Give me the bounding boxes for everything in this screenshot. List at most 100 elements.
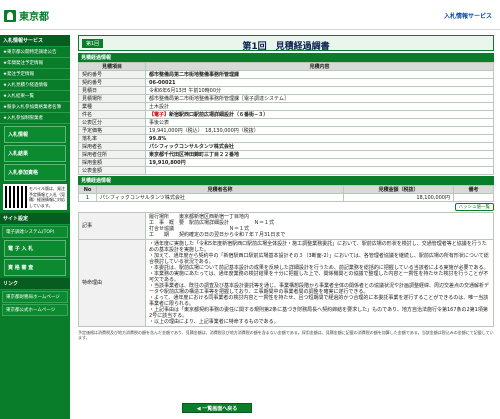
table-row: 件名 【電子】新宿駅西口駅前広場詳細設計（６番街−３）	[78, 110, 494, 119]
reason-line: ・以上の理由により、上記事業者に特命するものである。	[149, 319, 279, 325]
info-table: 見積項目 見積内容 契約番号 都市整備局第二市街地整備事務所管理課 契約番号 06-0…	[78, 62, 494, 175]
sidebar-item[interactable]: ★入札参加制限業者	[0, 113, 70, 124]
row-value: 土木設計	[145, 102, 494, 111]
table-row: 予定価格 19,941,000円（税込） 18,130,000円（税抜）	[78, 126, 494, 135]
sidebar-item[interactable]: ★入札結果一覧	[0, 91, 70, 102]
notes-table: 記事 履行場所 東京都新宿区西新宿一丁目地内 工 事 概 要 駅前広場詳細設計 …	[78, 212, 494, 327]
sidebar-button-qualification[interactable]: 入札参加資格	[4, 164, 66, 181]
table-row: 採用者名 パシフィックコンサルタンツ株式会社	[78, 142, 494, 151]
footer-note: 予定価格は消費税及び地方消費税の額を含んだ金額であり、見積金額は、消費税及び地方…	[78, 330, 494, 340]
row-value: 東京都千代田区神田錦町三丁目２２番地	[145, 150, 494, 159]
row-value: パシフィックコンサルタンツ株式会社	[145, 142, 494, 151]
tokyo-emblem-icon	[4, 9, 16, 22]
hash-list-button[interactable]: ハッシュ値一覧	[454, 203, 494, 211]
col-header-no: No	[78, 185, 97, 194]
row-key: 採用者名	[78, 142, 146, 151]
col-header-content: 見積内容	[145, 62, 494, 71]
table-row: 見積日 令和6年6月13日 午前10時00分	[78, 86, 494, 95]
col-header-note: 備考	[453, 185, 494, 194]
row-key: 予定価格	[78, 126, 146, 135]
sidebar-link-finance[interactable]: 東京都財務局ホームページ	[2, 291, 68, 303]
sidebar-section-settings: サイト設定	[0, 213, 70, 225]
table-row: 契約番号 06-00021	[78, 78, 494, 87]
cell-amount: 18,100,000円	[343, 193, 454, 202]
table-row: 公表金額	[78, 166, 494, 175]
reason-value: ・通年度に実施した「令和5年度新宿駅西口駅前広場全体設計・施工調整業務委託」にお…	[145, 239, 494, 327]
table-row: 見積場所 都市整備局第二市街地整備事務所管理課［電子調達システム］	[78, 94, 494, 103]
row-key: 採用者住所	[78, 150, 146, 159]
mobile-note-text: モバイル版は、発注予定情報と入札（見積）経過情報に対応しています。	[29, 186, 65, 208]
mobile-note: モバイル版は、発注予定情報と入札（見積）経過情報に対応しています。	[3, 184, 67, 210]
sidebar-button-bid-result[interactable]: 入札結果	[4, 145, 66, 162]
section-header-info: 見積経過情報	[78, 53, 494, 62]
reason-line: ・上記事由は「東京都契約事務の委任に関する規則第2条に基づき財務局長へ契約締結を…	[149, 307, 488, 319]
notes-line: 工 期 契約確定の日の翌日から令和７年７月31日まで	[149, 232, 286, 238]
notes-key: 記事	[78, 212, 146, 240]
table-row: 公表区分 事後公表	[78, 118, 494, 127]
result-table: No 見積者名称 見積金額（税抜） 備考 1 パシフィックコンサルタンツ株式会社…	[78, 185, 494, 202]
row-key: 公表区分	[78, 118, 146, 127]
electronic-tag: 【電子】	[149, 112, 170, 118]
row-value: 都市整備局第二市街地整備事務所管理課［電子調達システム］	[145, 94, 494, 103]
subject-text: 新宿駅西口駅前広場詳細設計（６番街−３）	[169, 112, 269, 118]
table-row: 1 パシフィックコンサルタンツ株式会社 18,100,000円	[78, 193, 494, 202]
sidebar-section-links: リンク	[0, 278, 70, 290]
row-value: 06-00021	[145, 78, 494, 87]
table-row: 採用金額 19,910,800円	[78, 158, 494, 167]
sidebar-link-ebid[interactable]: 電 子 入 札	[4, 240, 66, 257]
sidebar-link-qual[interactable]: 資 格 審 査	[4, 259, 66, 276]
table-row: 採用者住所 東京都千代田区神田錦町三丁目２２番地	[78, 150, 494, 159]
reason-line: ・加えて、通年度から契約中の「新宿駅西口駅前広場基本設計その３（3断面-2）」に…	[149, 253, 489, 265]
main-content: 第1回 第1回 見積経過調書 見積経過情報 見積項目 見積内容 契約番号 都市整備局…	[78, 35, 494, 419]
reason-key: 特命理由	[78, 239, 146, 327]
table-row: 業種 土木設計	[78, 102, 494, 111]
cell-note	[453, 193, 494, 202]
page-title: 第1回 見積経過調書	[242, 42, 330, 52]
page-header: 第1回 第1回 見積経過調書	[78, 35, 494, 52]
row-key: 件名	[78, 110, 146, 119]
tokyo-logo[interactable]: 東京都	[4, 8, 49, 23]
row-value: 令和6年6月13日 午前10時00分	[145, 86, 494, 95]
row-value: 19,941,000円（税込） 18,130,000円（税抜）	[145, 126, 494, 135]
col-header-amount: 見積金額（税抜）	[343, 185, 454, 194]
sidebar-item[interactable]: ★東京都公開特定調達公告	[0, 47, 70, 58]
row-value: 【電子】新宿駅西口駅前広場詳細設計（６番街−３）	[145, 110, 494, 119]
sidebar-item[interactable]: ★発注予定情報	[0, 69, 70, 80]
notes-value: 履行場所 東京都新宿区西新宿一丁目地内 工 事 概 要 駅前広場詳細設計 Ｎ＝１…	[145, 212, 494, 240]
row-value	[145, 166, 494, 175]
sidebar-link-system[interactable]: 電子調達システム(TOP)	[2, 226, 68, 238]
row-key: 業種	[78, 102, 146, 111]
section-header-result: 見積経過情報	[78, 176, 494, 185]
logo-text: 東京都	[19, 12, 49, 23]
qr-code-icon	[5, 186, 27, 208]
sidebar-item[interactable]: ★競争入札参加資格業者名簿	[0, 102, 70, 113]
reason-line: ・本業務の実施にあたっては、通年度業務の検討結果を十分に把握した上で、関係機関と…	[149, 271, 489, 283]
col-header-name: 見積者名称	[96, 185, 344, 194]
sidebar-item[interactable]: ★年間発注予定情報	[0, 58, 70, 69]
row-value: 19,910,800円	[145, 158, 494, 167]
reason-line: ・当該事業者は、既往の調査及び基本設計委託等を通じ、事業構想段階から事業者全体の…	[149, 283, 489, 295]
row-key: 公表金額	[78, 166, 146, 175]
row-value: 都市整備局第二市街地整備事務所管理課	[145, 70, 494, 79]
row-key: 落札率	[78, 134, 146, 143]
sidebar-link-tokyo[interactable]: 東京都公式ホームページ	[2, 304, 68, 316]
sidebar-item[interactable]: ★入札見積り経過情報	[0, 80, 70, 91]
sidebar-title: 入札情報サービス	[0, 35, 70, 47]
row-key: 契約番号	[78, 78, 146, 87]
back-to-list-button[interactable]: ◀ 一覧画面へ戻る	[182, 403, 252, 413]
row-key: 契約番号	[78, 70, 146, 79]
reason-line: ・通年度に実施した「令和5年度新宿駅西口駅前広場全体設計・施工調整業務委託」にお…	[149, 241, 487, 253]
row-key: 採用金額	[78, 158, 146, 167]
sidebar-button-bid-info[interactable]: 入札情報	[4, 126, 66, 143]
sidebar: 入札情報サービス ★東京都公開特定調達公告 ★年間発注予定情報 ★発注予定情報 …	[0, 35, 70, 419]
row-value: 99.8%	[145, 134, 494, 143]
table-row: 落札率 99.8%	[78, 134, 494, 143]
top-header: 東京都 入札情報サービス	[0, 0, 500, 30]
row-value: 事後公表	[145, 118, 494, 127]
col-header-item: 見積項目	[78, 62, 146, 71]
site-title-link[interactable]: 入札情報サービス	[444, 11, 492, 20]
row-key: 見積場所	[78, 94, 146, 103]
cell-name: パシフィックコンサルタンツ株式会社	[96, 193, 344, 202]
cell-no: 1	[78, 193, 97, 202]
row-key: 見積日	[78, 86, 146, 95]
